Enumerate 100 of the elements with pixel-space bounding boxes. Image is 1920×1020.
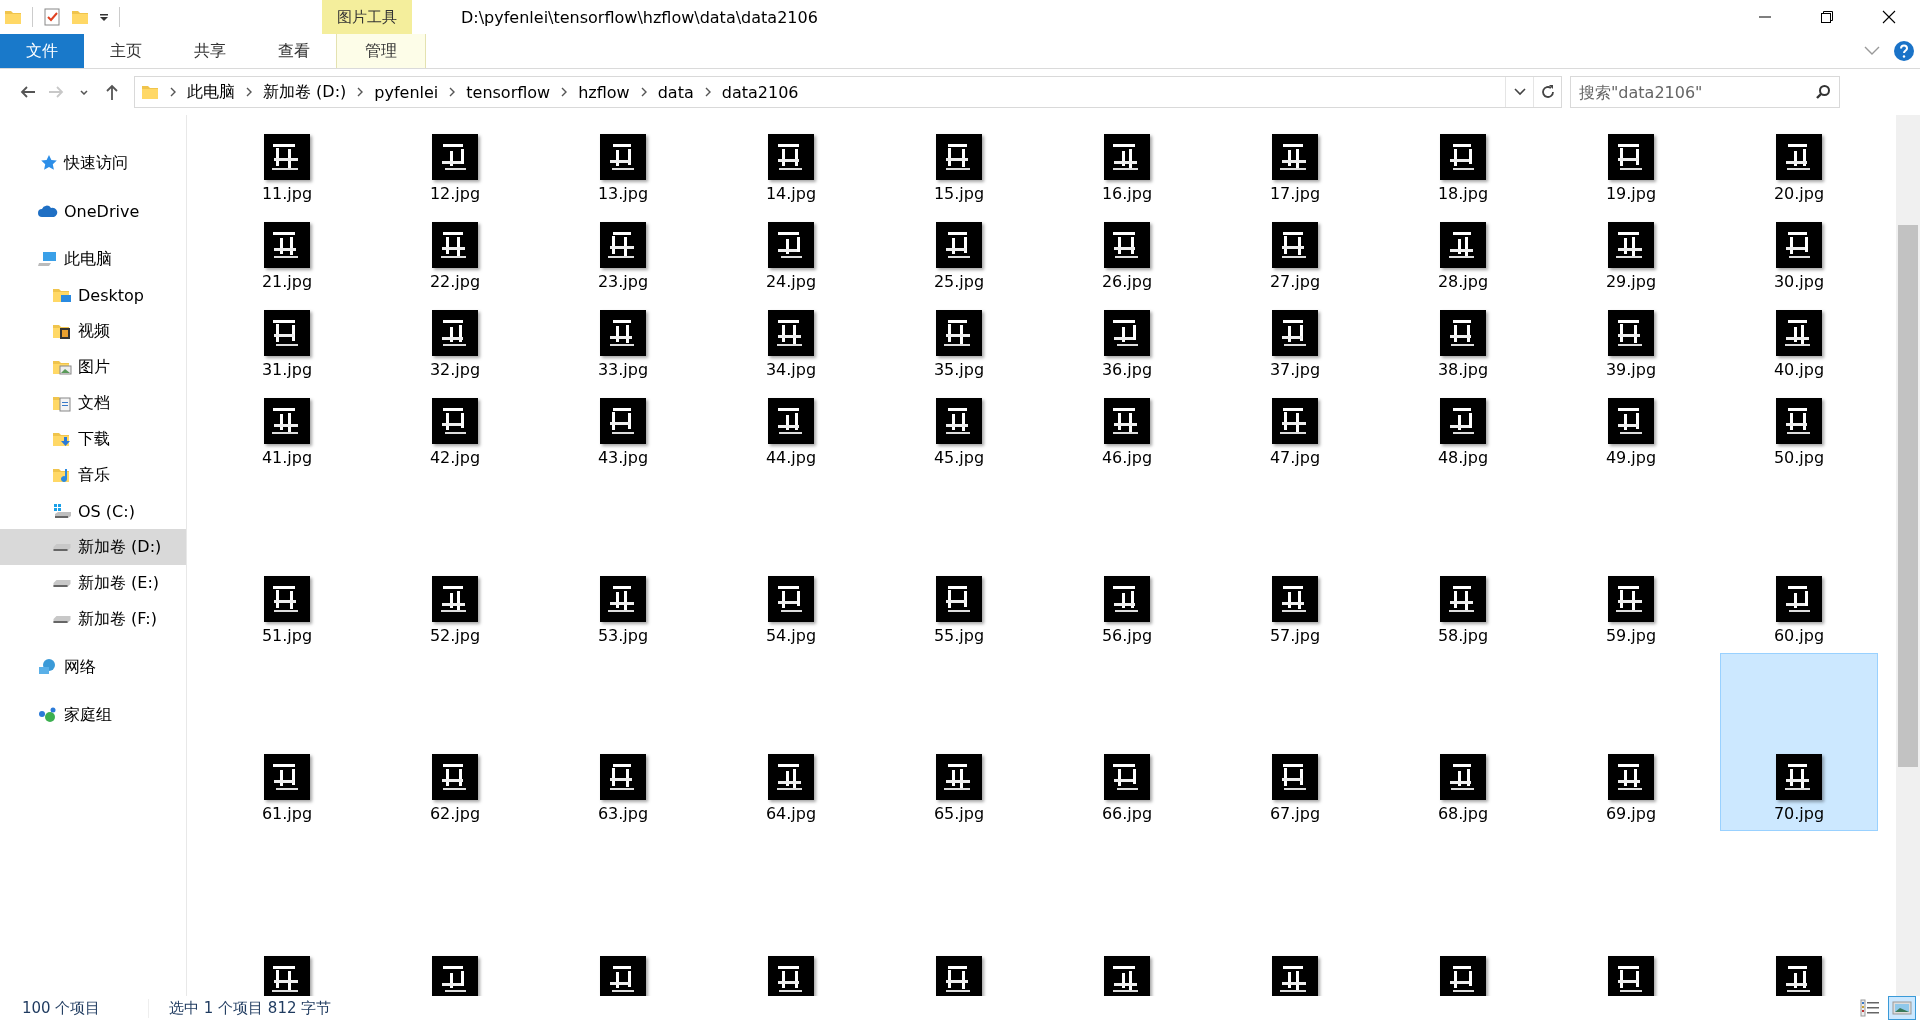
chevron-icon [560, 87, 569, 97]
caret-icon [1513, 88, 1526, 96]
file-item[interactable]: 62.jpg [376, 653, 534, 831]
file-item[interactable]: 30.jpg [1720, 211, 1878, 299]
file-item[interactable]: 23.jpg [544, 211, 702, 299]
file-item[interactable]: 34.jpg [712, 299, 870, 387]
file-item[interactable]: 59.jpg [1552, 475, 1710, 653]
sidebar-item[interactable]: 下载 [0, 421, 186, 457]
minimize-icon [1758, 16, 1772, 18]
breadcrumb[interactable]: 此电脑 [183, 81, 239, 103]
breadcrumb[interactable]: tensorflow [462, 82, 555, 102]
sidebar-item[interactable]: Desktop [0, 277, 186, 313]
file-item[interactable]: 64.jpg [712, 653, 870, 831]
sidebar-item[interactable]: 音乐 [0, 457, 186, 493]
expand-ribbon-icon[interactable] [1864, 46, 1880, 56]
address-bar[interactable]: 此电脑 新加卷 (D:) pyfenlei tensorflow hzflow data data2106 [134, 76, 1562, 108]
sidebar-item[interactable]: 图片 [0, 349, 186, 385]
file-item[interactable]: 67.jpg [1216, 653, 1374, 831]
file-item[interactable]: 13.jpg [544, 123, 702, 211]
file-item[interactable]: 54.jpg [712, 475, 870, 653]
file-item[interactable]: 49.jpg [1552, 387, 1710, 475]
file-item[interactable]: 31.jpg [208, 299, 366, 387]
file-item[interactable]: 61.jpg [208, 653, 366, 831]
file-item[interactable]: 36.jpg [1048, 299, 1206, 387]
breadcrumb[interactable]: data2106 [717, 82, 803, 102]
large-icons-view-button[interactable] [1888, 996, 1916, 1020]
file-item[interactable]: 15.jpg [880, 123, 1038, 211]
file-item[interactable]: 37.jpg [1216, 299, 1374, 387]
file-item[interactable]: 18.jpg [1384, 123, 1542, 211]
ribbon-tab[interactable]: 文件 [0, 34, 84, 68]
breadcrumb[interactable]: pyfenlei [370, 82, 443, 102]
file-item[interactable]: 58.jpg [1384, 475, 1542, 653]
file-item[interactable]: 11.jpg [208, 123, 366, 211]
sidebar-item[interactable]: 网络 [0, 649, 186, 685]
file-item[interactable]: 38.jpg [1384, 299, 1542, 387]
file-item[interactable]: 66.jpg [1048, 653, 1206, 831]
file-item[interactable]: 22.jpg [376, 211, 534, 299]
file-item[interactable]: 43.jpg [544, 387, 702, 475]
search-field[interactable]: 搜索"data2106" [1570, 76, 1840, 108]
file-item[interactable]: 65.jpg [880, 653, 1038, 831]
customize-arrow-icon[interactable] [99, 12, 109, 22]
computer-icon [38, 250, 58, 268]
sidebar-item[interactable]: 新加卷 (F:) [0, 601, 186, 637]
file-item[interactable]: 41.jpg [208, 387, 366, 475]
sidebar-item[interactable]: 文档 [0, 385, 186, 421]
file-item[interactable]: 51.jpg [208, 475, 366, 653]
checklist-icon[interactable] [43, 8, 61, 26]
file-item[interactable]: 17.jpg [1216, 123, 1374, 211]
file-item[interactable]: 63.jpg [544, 653, 702, 831]
file-item[interactable]: 45.jpg [880, 387, 1038, 475]
breadcrumb[interactable]: hzflow [574, 82, 634, 102]
sidebar-item[interactable]: 快速访问 [0, 145, 186, 181]
file-item[interactable]: 68.jpg [1384, 653, 1542, 831]
file-item[interactable]: 50.jpg [1720, 387, 1878, 475]
file-item[interactable]: 28.jpg [1384, 211, 1542, 299]
file-item[interactable]: 70.jpg [1720, 653, 1878, 831]
file-item[interactable]: 20.jpg [1720, 123, 1878, 211]
file-item[interactable]: 24.jpg [712, 211, 870, 299]
download-folder-icon [52, 430, 72, 448]
file-item[interactable]: 46.jpg [1048, 387, 1206, 475]
file-item[interactable]: 16.jpg [1048, 123, 1206, 211]
file-item[interactable]: 57.jpg [1216, 475, 1374, 653]
file-item[interactable]: 69.jpg [1552, 653, 1710, 831]
file-item[interactable]: 53.jpg [544, 475, 702, 653]
file-item[interactable]: 27.jpg [1216, 211, 1374, 299]
file-item[interactable]: 55.jpg [880, 475, 1038, 653]
sidebar-item[interactable]: 视频 [0, 313, 186, 349]
file-item[interactable]: 35.jpg [880, 299, 1038, 387]
file-item[interactable]: 52.jpg [376, 475, 534, 653]
file-item[interactable]: 33.jpg [544, 299, 702, 387]
file-item[interactable]: 39.jpg [1552, 299, 1710, 387]
sidebar-item[interactable]: OS (C:) [0, 493, 186, 529]
sidebar-item[interactable]: 此电脑 [0, 241, 186, 277]
file-item[interactable]: 25.jpg [880, 211, 1038, 299]
help-icon[interactable] [1894, 41, 1914, 61]
file-item[interactable]: 42.jpg [376, 387, 534, 475]
file-item[interactable]: 44.jpg [712, 387, 870, 475]
sidebar-item[interactable]: 新加卷 (E:) [0, 565, 186, 601]
file-item[interactable]: 29.jpg [1552, 211, 1710, 299]
file-item[interactable]: 14.jpg [712, 123, 870, 211]
file-item[interactable]: 12.jpg [376, 123, 534, 211]
file-item[interactable]: 40.jpg [1720, 299, 1878, 387]
file-item[interactable]: 60.jpg [1720, 475, 1878, 653]
file-item[interactable]: 48.jpg [1384, 387, 1542, 475]
restore-icon [1820, 10, 1834, 24]
file-item[interactable]: 56.jpg [1048, 475, 1206, 653]
scrollbar-thumb[interactable] [1898, 225, 1918, 767]
file-item[interactable]: 47.jpg [1216, 387, 1374, 475]
breadcrumb[interactable]: data [653, 82, 698, 102]
sidebar-item[interactable]: 新加卷 (D:) [0, 529, 186, 565]
file-item[interactable]: 26.jpg [1048, 211, 1206, 299]
ribbon-tab[interactable]: 管理 [336, 34, 426, 68]
sidebar-item[interactable]: 家庭组 [0, 697, 186, 733]
breadcrumb[interactable]: 新加卷 (D:) [259, 81, 351, 103]
drive-icon [52, 542, 72, 552]
sidebar-item[interactable]: OneDrive [0, 193, 186, 229]
file-item[interactable]: 19.jpg [1552, 123, 1710, 211]
scrollbar[interactable] [1896, 115, 1920, 996]
file-item[interactable]: 32.jpg [376, 299, 534, 387]
file-item[interactable]: 21.jpg [208, 211, 366, 299]
